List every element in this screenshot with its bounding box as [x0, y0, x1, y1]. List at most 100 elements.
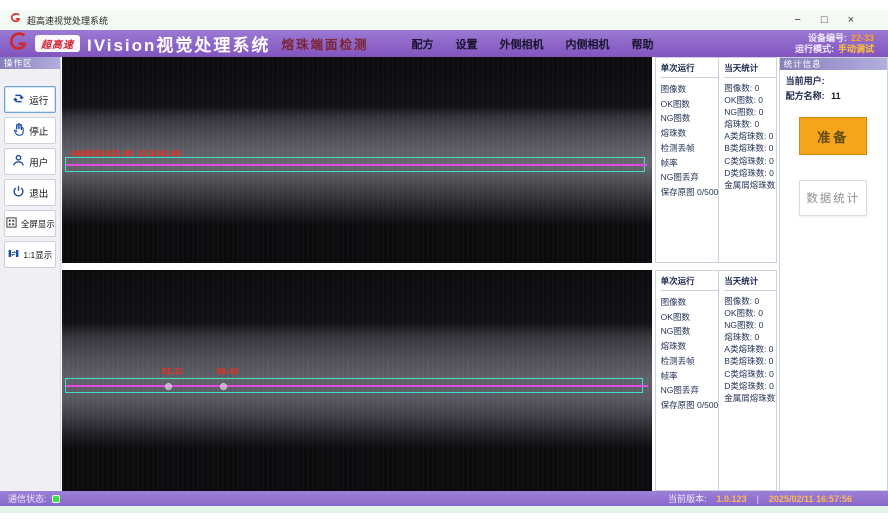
stat-row: B类熔珠数: 0	[724, 355, 776, 367]
power-icon	[11, 184, 26, 202]
menu-bar: 配方 设置 外侧相机 内侧相机 帮助	[411, 36, 653, 52]
stat-row: 图像数	[661, 82, 719, 97]
minimize-button[interactable]: −	[794, 15, 800, 26]
version-value: 1.0.123	[717, 494, 747, 504]
camera-image-outer[interactable]: 4480539.831.49 31.5341.49	[62, 57, 652, 263]
menu-item[interactable]: 帮助	[631, 36, 653, 52]
fullscreen-grid-icon	[5, 216, 18, 232]
measurement-label-2: 56.43	[217, 367, 239, 376]
stat-row: NG图数: 0	[724, 319, 776, 331]
stat-row: 图像数	[661, 295, 719, 310]
stat-row: 保存原图 0/500	[661, 185, 719, 200]
sidebar-header: 操作区	[0, 57, 60, 69]
stat-row: OK图数: 0	[724, 307, 776, 319]
single-run-rows: 图像数OK图数NG图数熔珠数检测丢帧帧率NG图丢弃保存原图 0/500	[661, 295, 719, 413]
maximize-button[interactable]: □	[821, 15, 828, 26]
daily-stats-rows: 图像数: 0OK图数: 0NG图数: 0熔珠数: 0A类熔珠数: 0B类熔珠数:…	[724, 82, 776, 191]
info-panel-header: 统计信息	[780, 58, 887, 70]
user-icon	[11, 153, 26, 171]
stop-button[interactable]: 停止	[4, 117, 56, 144]
app-subtitle: 熔珠端面检测	[281, 34, 368, 53]
run-loop-icon	[11, 91, 26, 109]
stat-row: B类熔珠数: 0	[724, 142, 776, 154]
one-to-one-button[interactable]: 1:1显示	[4, 241, 56, 268]
prepare-button[interactable]: 准备	[799, 117, 867, 155]
menu-item[interactable]: 配方	[411, 36, 433, 52]
device-number-label: 设备编号:	[808, 33, 847, 43]
status-bar: 通信状态: 当前版本: 1.0.123 | 2025/02/11 16:57:5…	[0, 491, 888, 506]
stat-row: A类熔珠数: 0	[724, 343, 776, 355]
recipe-name-value: 11	[831, 91, 841, 101]
run-mode-label: 运行模式:	[795, 44, 834, 54]
comm-status-label: 通信状态:	[8, 492, 47, 505]
run-button[interactable]: 运行	[4, 86, 56, 113]
single-run-rows: 图像数OK图数NG图数熔珠数检测丢帧帧率NG图丢弃保存原图 0/500	[661, 82, 719, 200]
measure-line	[66, 164, 647, 166]
stat-row: 图像数: 0	[724, 295, 776, 307]
stat-row: OK图数	[661, 310, 719, 325]
stat-row: NG图丢弃	[661, 170, 719, 185]
brand-swoosh-icon	[8, 32, 28, 55]
version-label: 当前版本:	[668, 492, 707, 505]
daily-stats-header: 当天统计	[724, 62, 776, 78]
stat-row: 检测丢帧	[661, 354, 719, 369]
stop-button-label: 停止	[29, 124, 48, 138]
user-button[interactable]: 用户	[4, 148, 56, 175]
stat-row: OK图数: 0	[724, 94, 776, 106]
one-to-one-icon	[7, 247, 20, 263]
fullscreen-button-label: 全屏显示	[21, 218, 55, 230]
one-to-one-button-label: 1:1显示	[23, 249, 52, 261]
measurement-label-1: 53.11	[162, 367, 183, 376]
recipe-name-label: 配方名称:	[786, 91, 825, 101]
stat-row: NG图数	[661, 111, 719, 126]
desktop-margin	[0, 0, 888, 10]
single-run-header: 单次运行	[661, 62, 719, 78]
daily-stats-rows: 图像数: 0OK图数: 0NG图数: 0熔珠数: 0A类熔珠数: 0B类熔珠数:…	[724, 295, 776, 404]
close-button[interactable]: ×	[848, 15, 854, 26]
stat-row: 金属屑熔珠数: 0	[724, 392, 776, 404]
operation-sidebar: 操作区 运行 停止 用户 退出 全屏显示	[0, 57, 61, 491]
stat-row: 帧率	[661, 369, 719, 384]
hand-stop-icon	[11, 122, 26, 140]
comm-status-indicator	[52, 495, 60, 503]
datetime-value: 2025/02/11 16:57:56	[769, 494, 852, 504]
menu-item[interactable]: 设置	[455, 36, 477, 52]
stat-row: 保存原图 0/500	[661, 398, 719, 413]
camera-row-bottom: 53.11 56.43 单次运行 图像数OK图数NG图数熔珠数检测丢帧帧率NG图…	[62, 270, 777, 491]
window-controls: − □ ×	[794, 15, 878, 26]
fullscreen-button[interactable]: 全屏显示	[4, 210, 56, 237]
user-button-label: 用户	[29, 155, 48, 169]
stat-row: 帧率	[661, 156, 719, 171]
page: 超高速视觉处理系统 − □ × 超高速 IVision视觉处理系统 熔珠端面检测…	[0, 0, 888, 522]
stat-row: 金属屑熔珠数: 0	[724, 179, 776, 191]
app-header: 超高速 IVision视觉处理系统 熔珠端面检测 配方设置外侧相机内侧相机帮助 …	[0, 30, 888, 57]
current-user-label: 当前用户:	[786, 76, 825, 86]
stat-row: 检测丢帧	[661, 141, 719, 156]
stat-row: 图像数: 0	[724, 82, 776, 94]
app-icon	[10, 11, 21, 29]
camera-row-top: 4480539.831.49 31.5341.49 单次运行 图像数OK图数NG…	[62, 57, 777, 263]
measure-point-2	[220, 383, 227, 390]
header-info: 设备编号: 22-33 运行模式: 手动调试	[795, 33, 880, 54]
brand-badge: 超高速	[35, 35, 80, 52]
stat-row: 熔珠数: 0	[724, 331, 776, 343]
exit-button[interactable]: 退出	[4, 179, 56, 206]
run-mode-value: 手动调试	[838, 44, 874, 54]
camera-image-inner[interactable]: 53.11 56.43	[62, 270, 652, 491]
statistics-info-panel: 统计信息 当前用户: 配方名称: 11 准备 数据统计	[779, 57, 888, 491]
data-statistics-button[interactable]: 数据统计	[799, 180, 867, 216]
stat-row: NG图数: 0	[724, 106, 776, 118]
stat-row: NG图数	[661, 324, 719, 339]
stat-row: 熔珠数	[661, 339, 719, 354]
stat-row: C类熔珠数: 0	[724, 368, 776, 380]
stat-row: A类熔珠数: 0	[724, 130, 776, 142]
stat-row: D类熔珠数: 0	[724, 380, 776, 392]
window-title: 超高速视觉处理系统	[27, 14, 108, 27]
app-title: IVision视觉处理系统	[87, 31, 270, 56]
exit-button-label: 退出	[29, 186, 48, 200]
single-run-header: 单次运行	[661, 275, 719, 291]
camera-area: 4480539.831.49 31.5341.49 单次运行 图像数OK图数NG…	[61, 57, 777, 491]
main-area: 操作区 运行 停止 用户 退出 全屏显示	[0, 57, 888, 491]
menu-item[interactable]: 外侧相机	[499, 36, 543, 52]
menu-item[interactable]: 内侧相机	[565, 36, 609, 52]
